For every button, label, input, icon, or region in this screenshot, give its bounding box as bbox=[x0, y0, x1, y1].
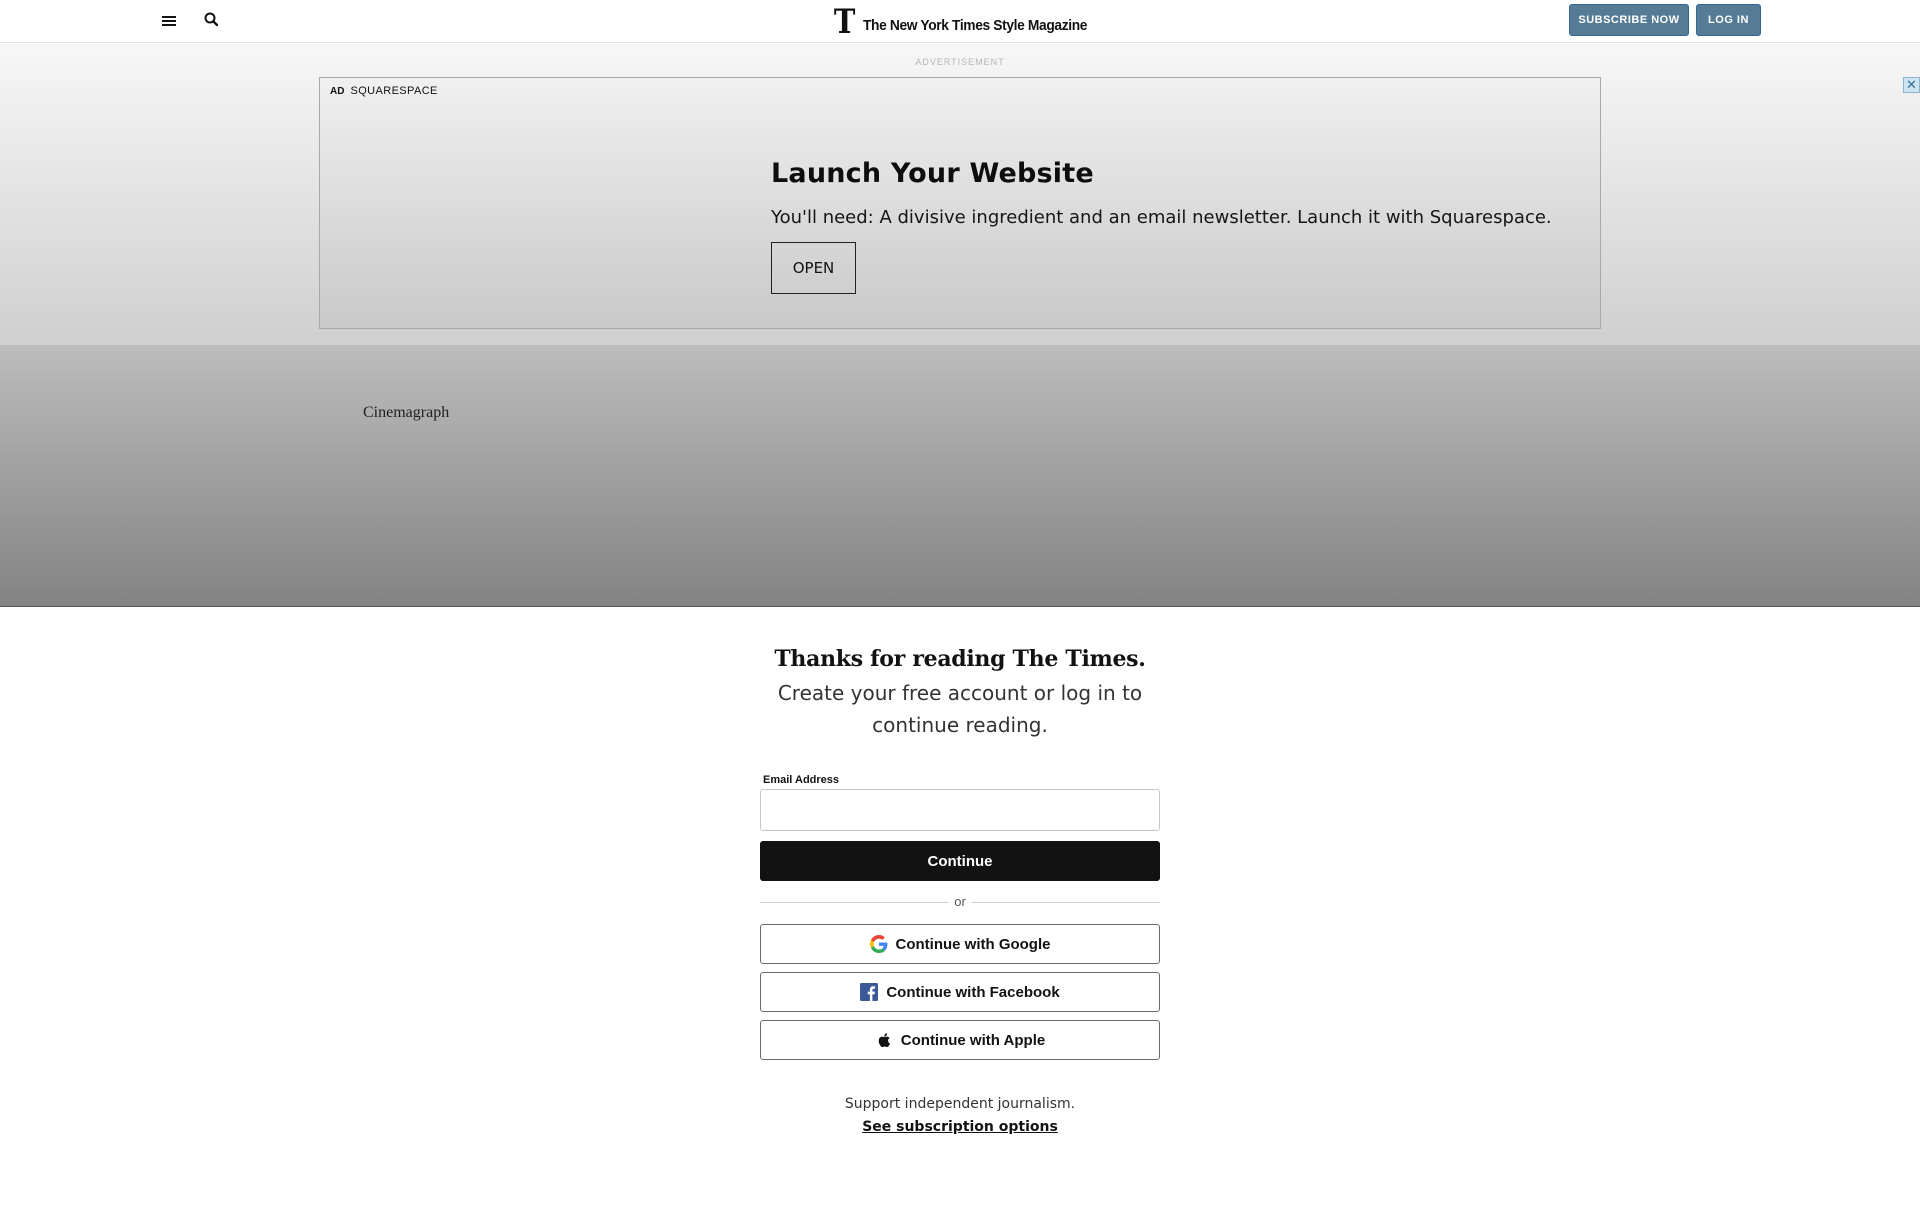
subscription-options-link[interactable]: See subscription options bbox=[862, 1119, 1058, 1135]
ad-region: ADVERTISEMENT ✕ AD SQUARESPACE Launch Yo… bbox=[0, 44, 1920, 345]
ad-close-icon[interactable]: ✕ bbox=[1903, 77, 1920, 93]
google-button-label: Continue with Google bbox=[895, 935, 1051, 953]
logo-t-mark: T bbox=[833, 2, 856, 42]
email-label: Email Address bbox=[763, 774, 840, 786]
continue-with-google-button[interactable]: Continue with Google bbox=[760, 924, 1160, 964]
regiwall-panel: Thanks for reading The Times. Create you… bbox=[0, 608, 1920, 1212]
continue-button[interactable]: Continue bbox=[760, 841, 1160, 881]
site-logo[interactable]: T The New York Times Style Magazine bbox=[832, 5, 1090, 39]
paywall-title: Thanks for reading The Times. bbox=[774, 646, 1146, 672]
continue-with-apple-button[interactable]: Continue with Apple bbox=[760, 1020, 1160, 1060]
ad-open-button[interactable]: OPEN bbox=[771, 242, 856, 294]
cinemagraph-alt-text: Cinemagraph bbox=[363, 404, 450, 421]
logo-wordmark: The New York Times Style Magazine bbox=[863, 16, 1088, 34]
ad-badge: AD bbox=[330, 85, 345, 97]
cinemagraph-area: Cinemagraph bbox=[0, 345, 1920, 607]
search-icon[interactable] bbox=[202, 10, 222, 30]
ad-sponsor-tag: AD SQUARESPACE bbox=[330, 85, 438, 97]
email-field[interactable] bbox=[760, 789, 1160, 831]
site-header: T The New York Times Style Magazine SUBS… bbox=[0, 0, 1920, 43]
subscription-options-row: See subscription options bbox=[0, 1118, 1920, 1136]
subscribe-now-button[interactable]: SUBSCRIBE NOW bbox=[1569, 4, 1689, 36]
ad-body: You'll need: A divisive ingredient and a… bbox=[771, 207, 1552, 228]
advertisement-label: ADVERTISEMENT bbox=[915, 57, 1005, 67]
log-in-button[interactable]: LOG IN bbox=[1696, 4, 1761, 36]
cinemagraph-broken-image: Cinemagraph bbox=[359, 404, 449, 422]
divider-or-text: or bbox=[954, 894, 966, 909]
facebook-icon bbox=[860, 983, 879, 1001]
broken-image-icon bbox=[359, 405, 360, 421]
apple-icon bbox=[875, 1031, 893, 1049]
facebook-button-label: Continue with Facebook bbox=[886, 983, 1060, 1001]
apple-button-label: Continue with Apple bbox=[900, 1031, 1046, 1049]
login-form: Email Address Continue or Continue with … bbox=[760, 774, 1160, 1060]
ad-sponsor-name: SQUARESPACE bbox=[350, 85, 438, 97]
support-text: Support independent journalism. bbox=[844, 1096, 1076, 1112]
ad-banner[interactable]: AD SQUARESPACE Launch Your Website You'l… bbox=[319, 77, 1601, 329]
or-divider: or bbox=[760, 892, 1160, 912]
ad-headline: Launch Your Website bbox=[771, 158, 1094, 189]
continue-with-facebook-button[interactable]: Continue with Facebook bbox=[760, 972, 1160, 1012]
paywall-description: Create your free account or log in to co… bbox=[777, 681, 1143, 737]
google-icon bbox=[869, 935, 888, 953]
hamburger-menu-icon[interactable] bbox=[160, 13, 180, 29]
